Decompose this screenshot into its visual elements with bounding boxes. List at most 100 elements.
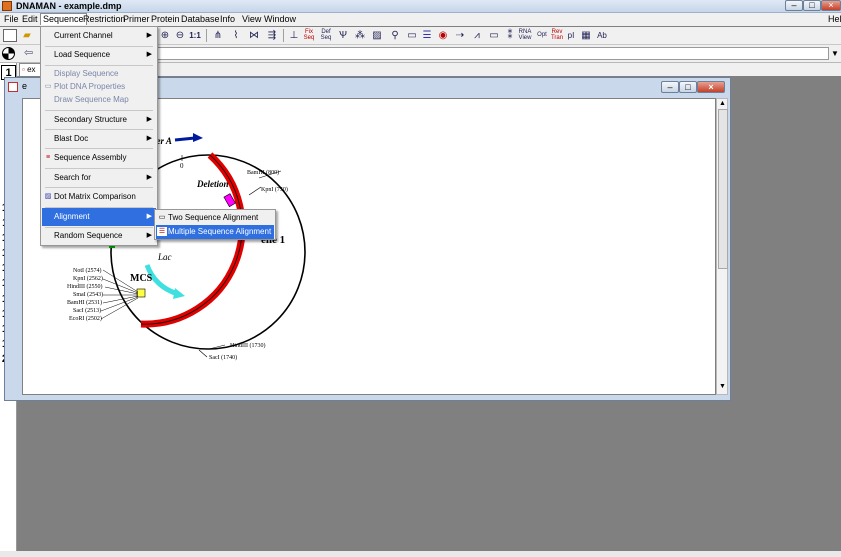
tool-restriction-icon[interactable]: ⋔	[211, 29, 225, 42]
tool-codon-icon[interactable]: ⁂	[353, 29, 367, 42]
menu-help[interactable]: Hel	[826, 14, 841, 25]
new-file-icon[interactable]	[3, 29, 17, 42]
menu-protein[interactable]: Protein	[149, 14, 182, 25]
scroll-up-icon[interactable]: ▲	[718, 100, 727, 108]
site-label-right: BamHI (800)	[247, 169, 279, 176]
tool-plot-icon[interactable]: ⊥	[288, 29, 300, 42]
submenu-arrow-icon: ▶	[146, 135, 152, 142]
vertical-scrollbar[interactable]: ▲ ▼	[716, 98, 728, 395]
site-label-right: KpnI (750)	[261, 186, 288, 193]
minimize-button[interactable]: –	[785, 0, 803, 11]
tool-channel-icon[interactable]: ▭	[405, 29, 419, 42]
sequence-menu: Current Channel ▶ Load Sequence ▶ Display …	[40, 26, 158, 246]
doc-minimize-button[interactable]: –	[661, 81, 679, 93]
menu-item-draw-sequence-map[interactable]: Draw Sequence Map	[42, 91, 156, 109]
menu-item-dot-matrix-comparison[interactable]: ▨ Dot Matrix Comparison	[42, 188, 156, 206]
close-button[interactable]: ×	[821, 0, 841, 11]
promoter-arrow	[174, 136, 196, 142]
site-label-left: KpnI (2562)	[73, 275, 103, 282]
menu-bar: File Edit Sequence Restriction Primer Pr…	[0, 13, 841, 26]
tool-translate-icon[interactable]: ⇶	[265, 29, 279, 42]
tool-orf-icon[interactable]: ⋈	[247, 29, 261, 42]
menu-view[interactable]: View	[240, 14, 263, 25]
menu-item-label: Two Sequence Alignment	[168, 213, 259, 222]
chevron-down-icon[interactable]: ▼	[830, 47, 840, 60]
menu-item-load-sequence[interactable]: Load Sequence ▶	[42, 46, 156, 64]
site-label-left: SacI (2513)	[73, 307, 101, 314]
scroll-thumb[interactable]	[718, 109, 728, 269]
scroll-down-icon[interactable]: ▼	[718, 383, 727, 391]
tool-alignment-icon[interactable]: ☰	[420, 29, 434, 42]
submenu-arrow-icon: ▶	[146, 116, 152, 123]
rna-view-button[interactable]: RNA View	[518, 29, 532, 42]
menu-item-current-channel[interactable]: Current Channel ▶	[42, 27, 156, 45]
lac-label: Lac	[157, 252, 172, 262]
binoculars-icon[interactable]: ⚲	[388, 29, 402, 42]
sequence-field[interactable]	[40, 47, 829, 60]
tool-arrow-icon[interactable]: ⇢	[453, 29, 467, 42]
site-line	[248, 186, 262, 196]
tool-primer-icon[interactable]: ⌇	[229, 29, 243, 42]
site-line	[102, 295, 139, 304]
tool-protein-icon[interactable]: ▦	[579, 29, 593, 42]
open-folder-icon[interactable]: ▰	[20, 29, 34, 42]
multi-seq-icon: ☰	[157, 227, 167, 236]
menu-item-multiple-sequence-alignment[interactable]: ☰ Multiple Sequence Alignment	[156, 225, 274, 239]
menu-window[interactable]: Window	[262, 14, 298, 25]
menu-item-label: Search for	[54, 173, 91, 182]
toolbar-separator	[283, 29, 284, 42]
menu-item-label: Alignment	[54, 212, 90, 221]
title-bar: DNAMAN - example.dmp – □ ×	[0, 0, 841, 13]
menu-item-blast-doc[interactable]: Blast Doc ▶	[42, 130, 156, 148]
assembly-icon: ≡	[45, 154, 51, 161]
tab-label: ex	[27, 65, 36, 74]
menu-item-random-sequence[interactable]: Random Sequence ▶	[42, 227, 156, 245]
menu-edit[interactable]: Edit	[20, 14, 40, 25]
tool-rna-icon[interactable]: ⁑	[503, 29, 517, 42]
menu-primer[interactable]: Primer	[121, 14, 152, 25]
tool-window-icon[interactable]: ▭	[487, 29, 501, 42]
menu-database[interactable]: Database	[179, 14, 222, 25]
zoom-in-icon[interactable]: ⊕	[159, 29, 171, 42]
menu-item-secondary-structure[interactable]: Secondary Structure ▶	[42, 111, 156, 129]
maximize-button[interactable]: □	[803, 0, 821, 11]
rev-tran-button[interactable]: Rev Tran	[550, 29, 564, 42]
tool-peak-icon[interactable]: ⩘	[470, 29, 484, 42]
menu-item-alignment[interactable]: Alignment ▶	[42, 208, 156, 226]
tool-target-icon[interactable]: ◉	[437, 29, 449, 42]
back-arrow-icon[interactable]: ⇦	[24, 46, 33, 59]
menu-item-two-sequence-alignment[interactable]: ▭ Two Sequence Alignment	[156, 210, 274, 225]
doc-close-button[interactable]: ×	[697, 81, 725, 93]
site-line	[100, 297, 139, 320]
zoom-reset-button[interactable]: 1:1	[188, 29, 202, 42]
doc-maximize-button[interactable]: □	[679, 81, 697, 93]
pi-button[interactable]: pI	[566, 29, 576, 42]
globe-icon[interactable]	[2, 47, 15, 60]
dot-matrix-icon: ▨	[44, 193, 52, 200]
submenu-arrow-icon: ▶	[146, 32, 152, 39]
menu-item-label: Draw Sequence Map	[54, 95, 129, 104]
menu-item-sequence-assembly[interactable]: ≡ Sequence Assembly	[42, 149, 156, 167]
menu-item-label: Random Sequence	[54, 231, 123, 240]
deletion-label: Deletion	[196, 179, 229, 189]
menu-item-label: Secondary Structure	[54, 115, 127, 124]
submenu-arrow-icon: ▶	[146, 174, 152, 181]
def-seq-button[interactable]: Def Seq	[319, 29, 333, 42]
site-label-right: HindIII (1730)	[230, 342, 266, 349]
menu-file[interactable]: File	[2, 14, 21, 25]
menu-sequence[interactable]: Sequence	[40, 13, 87, 25]
fix-seq-button[interactable]: Fix Seq	[302, 29, 316, 42]
tool-dotplot-icon[interactable]: ▨	[370, 29, 384, 42]
document-icon	[8, 82, 18, 92]
zoom-out-icon[interactable]: ⊖	[174, 29, 186, 42]
ab-button[interactable]: Ab	[595, 29, 609, 42]
toolbar-separator	[206, 29, 207, 42]
mcs-marker	[136, 288, 146, 298]
site-label-left: EcoRI (2502)	[69, 315, 102, 322]
menu-info[interactable]: Info	[218, 14, 237, 25]
tool-tree-icon[interactable]: Ѱ	[336, 29, 350, 42]
opt-button[interactable]: Opt	[535, 29, 549, 42]
menu-item-label: Multiple Sequence Alignment	[168, 227, 272, 236]
lac-arrow-head	[173, 288, 185, 299]
menu-item-search-for[interactable]: Search for ▶	[42, 169, 156, 187]
